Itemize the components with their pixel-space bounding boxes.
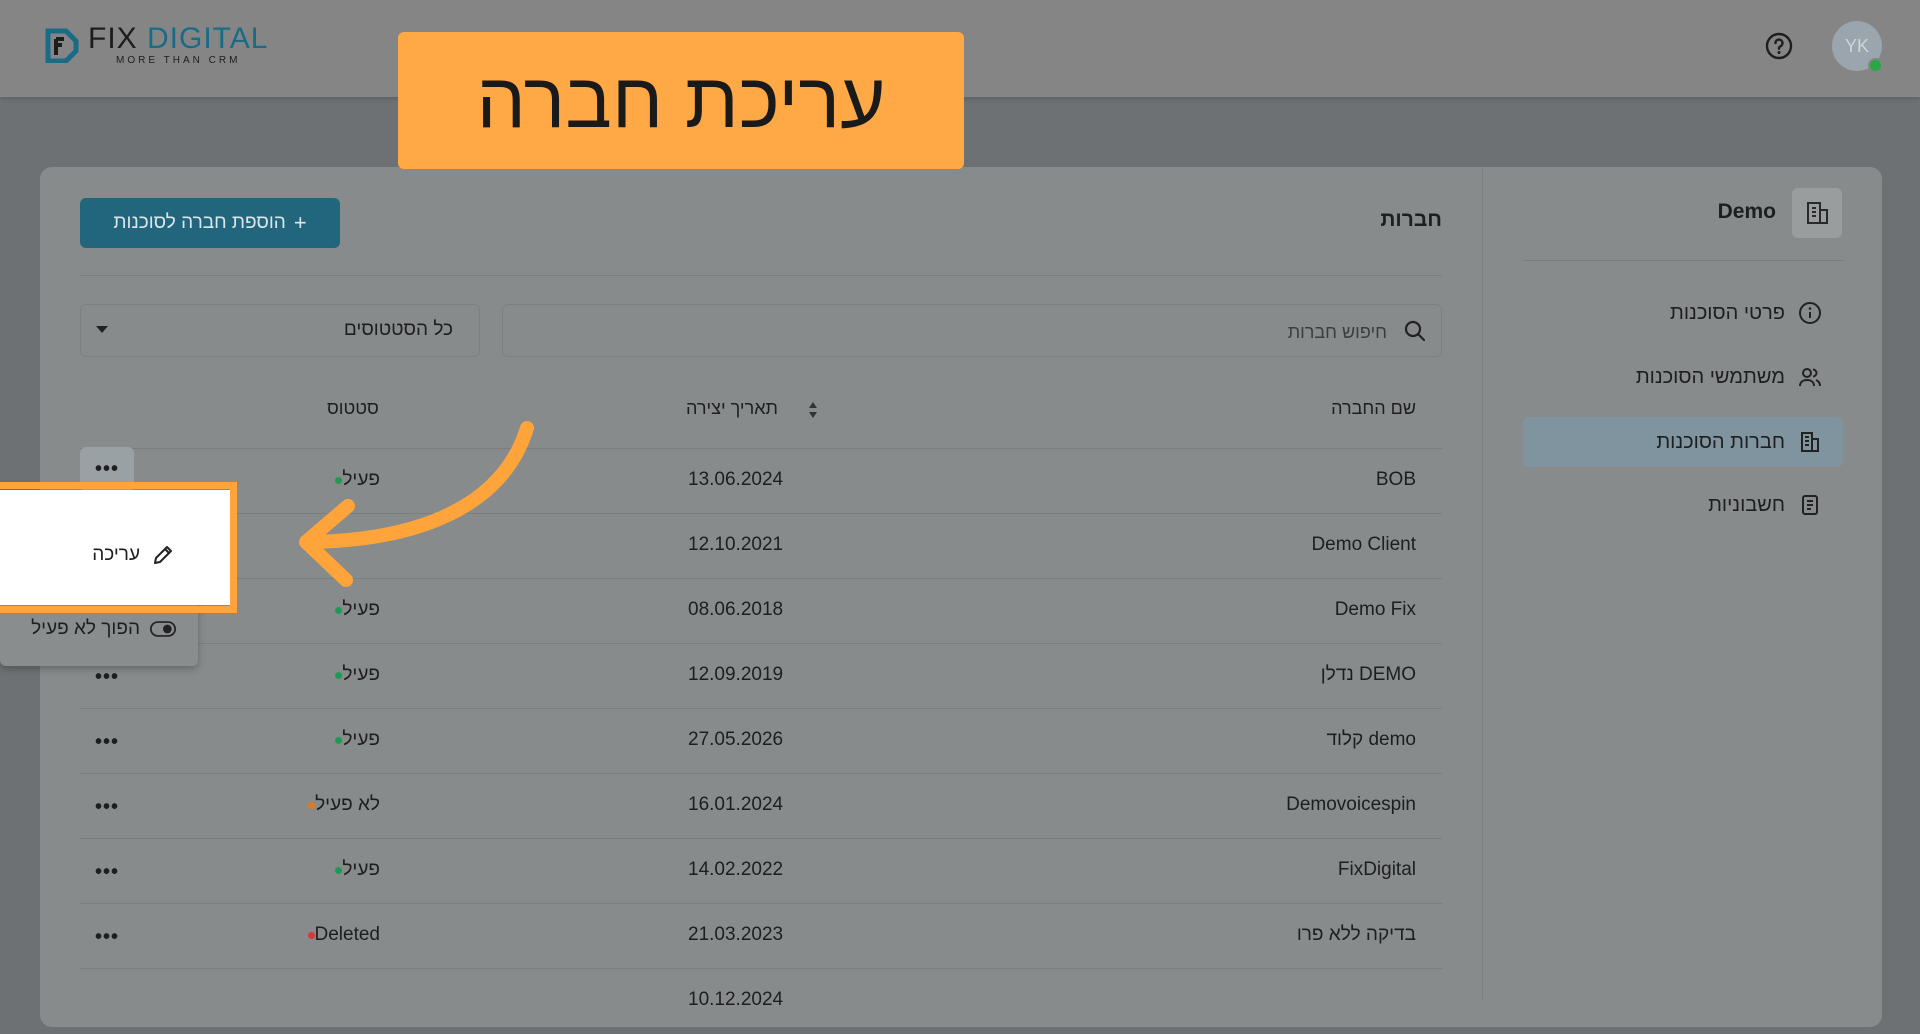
agency-header: Demo	[1520, 188, 1842, 240]
sidebar-item-agency-details[interactable]: פרטי הסוכנות	[1523, 288, 1843, 338]
menu-item-label: הפוך לא פעיל	[31, 618, 140, 639]
row-actions-button[interactable]: •••	[80, 720, 134, 764]
sidebar-item-label: חשבוניות	[1708, 493, 1785, 516]
avatar-initials: YK	[1844, 35, 1869, 56]
created-date: 10.12.2024	[688, 989, 784, 1010]
created-date: 14.02.2022	[688, 859, 784, 880]
created-date: 13.06.2024	[688, 469, 784, 490]
agency-name: Demo	[1717, 200, 1776, 223]
sidebar-item-label: חברות הסוכנות	[1656, 430, 1785, 453]
logo-mark-icon	[45, 28, 79, 63]
status-badge: פעיל	[325, 729, 380, 751]
table-row[interactable]: בדיקה ללא פרו 21.03.2023 Deleted •••	[80, 903, 1442, 969]
status-dot	[335, 671, 343, 679]
sidebar-item-invoices[interactable]: חשבוניות	[1523, 480, 1843, 530]
sidebar-divider	[1523, 260, 1843, 261]
created-date: 08.06.2018	[688, 599, 784, 620]
created-date: 12.10.2021	[688, 534, 784, 555]
add-company-label: הוספת חברה לסוכנות	[113, 212, 286, 233]
status-badge: לא פעיל	[298, 794, 380, 816]
search-input[interactable]	[585, 315, 1389, 349]
sidebar-item-agency-companies[interactable]: חברות הסוכנות	[1523, 417, 1843, 467]
row-actions-button[interactable]: •••	[80, 915, 134, 959]
status-dot	[307, 931, 315, 939]
logo-tagline: MORE THAN CRM	[116, 55, 241, 66]
header-divider	[80, 275, 1442, 276]
help-icon[interactable]	[1765, 32, 1793, 60]
created-date: 16.01.2024	[688, 794, 784, 815]
sort-icon[interactable]	[808, 400, 818, 420]
status-dot	[335, 866, 343, 874]
status-filter-value: כל הסטטוסים	[343, 319, 453, 340]
table-row[interactable]: Demovoicespin 16.01.2024 לא פעיל •••	[80, 773, 1442, 839]
logo-wordmark: FIX DIGITAL MORE THAN CRM	[88, 24, 268, 66]
company-name: בדיקה ללא פרו	[1296, 924, 1416, 945]
table-row[interactable]: 10.12.2024	[80, 968, 1442, 1034]
status-badge: פעיל	[325, 664, 380, 686]
table-row[interactable]: FixDigital 14.02.2022 פעיל •••	[80, 838, 1442, 904]
company-name: BOB	[1375, 469, 1416, 490]
logo-main-a: FIX	[88, 22, 138, 55]
status-dot	[335, 736, 343, 744]
company-name: DEMO נדלן	[1320, 664, 1416, 685]
online-status-dot	[1868, 58, 1883, 73]
search-icon	[1404, 320, 1426, 342]
add-company-button[interactable]: + הוספת חברה לסוכנות	[80, 198, 340, 248]
row-actions-button[interactable]: •••	[80, 850, 134, 894]
logo[interactable]: FIX DIGITAL MORE THAN CRM	[44, 24, 268, 66]
column-header-created[interactable]: תאריך יצירה	[686, 398, 778, 419]
column-header-name[interactable]: שם החברה	[1331, 398, 1416, 419]
company-name: Demovoicespin	[1286, 794, 1416, 815]
logo-main-b: DIGITAL	[147, 22, 269, 55]
status-dot	[308, 801, 316, 809]
highlight-frame	[0, 482, 237, 613]
created-date: 12.09.2019	[688, 664, 784, 685]
company-name: FixDigital	[1337, 859, 1416, 880]
sidebar-item-label: פרטי הסוכנות	[1670, 301, 1785, 324]
annotation-arrow-icon	[299, 421, 534, 587]
building-icon	[1797, 429, 1823, 455]
plus-icon: +	[293, 210, 307, 235]
company-name: demo קלוד	[1326, 729, 1416, 750]
search-box	[502, 304, 1442, 357]
card-divider	[1482, 167, 1483, 1000]
created-date: 27.05.2026	[688, 729, 784, 750]
status-badge: פעיל	[325, 859, 380, 881]
users-icon	[1797, 364, 1823, 390]
status-badge: Deleted	[298, 924, 380, 946]
sidebar-item-agency-users[interactable]: משתמשי הסוכנות	[1523, 352, 1843, 402]
building-icon	[1792, 188, 1842, 238]
status-badge: פעיל	[325, 599, 380, 621]
created-date: 21.03.2023	[688, 924, 784, 945]
company-name: Demo Client	[1311, 534, 1416, 555]
status-filter-select[interactable]: כל הסטטוסים	[80, 304, 480, 357]
table-row[interactable]: DEMO נדלן 12.09.2019 פעיל •••	[80, 643, 1442, 709]
company-name: Demo Fix	[1334, 599, 1416, 620]
banner-text: עריכת חברה	[476, 56, 886, 144]
sidebar-item-label: משתמשי הסוכנות	[1635, 365, 1785, 388]
chevron-down-icon	[96, 326, 108, 333]
status-dot	[335, 606, 343, 614]
tutorial-banner: עריכת חברה	[398, 32, 964, 169]
invoice-icon	[1797, 492, 1823, 518]
table-row[interactable]: demo קלוד 27.05.2026 פעיל •••	[80, 708, 1442, 774]
row-actions-button[interactable]: •••	[80, 785, 134, 829]
info-icon	[1797, 300, 1823, 326]
toggle-icon	[150, 616, 176, 642]
page-title: חברות	[1380, 208, 1442, 231]
